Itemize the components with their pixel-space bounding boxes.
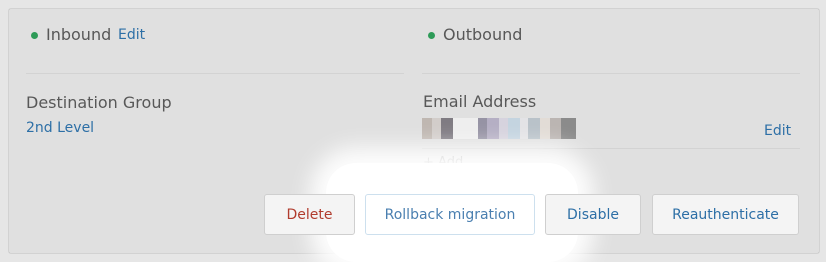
inbound-edit-link[interactable]: Edit [118,27,145,43]
inbound-status-dot [31,32,38,39]
destination-group-label: Destination Group [26,93,172,112]
disable-button[interactable]: Disable [545,194,641,235]
outbound-title: Outbound [443,25,523,44]
delete-button[interactable]: Delete [264,194,355,235]
destination-group-value-link[interactable]: 2nd Level [26,120,94,136]
outbound-divider [422,73,800,74]
email-divider [422,148,800,149]
email-address-edit-link[interactable]: Edit [764,123,791,139]
email-address-label: Email Address [423,92,537,111]
channel-panel-screen: Inbound Edit Outbound Destination Group … [0,0,826,262]
rollback-migration-button[interactable]: Rollback migration [365,194,535,235]
redacted-email-address [422,118,576,139]
inbound-divider [26,73,404,74]
reauthenticate-button[interactable]: Reauthenticate [652,194,799,235]
inbound-title: Inbound [46,25,112,44]
outbound-status-dot [428,32,435,39]
